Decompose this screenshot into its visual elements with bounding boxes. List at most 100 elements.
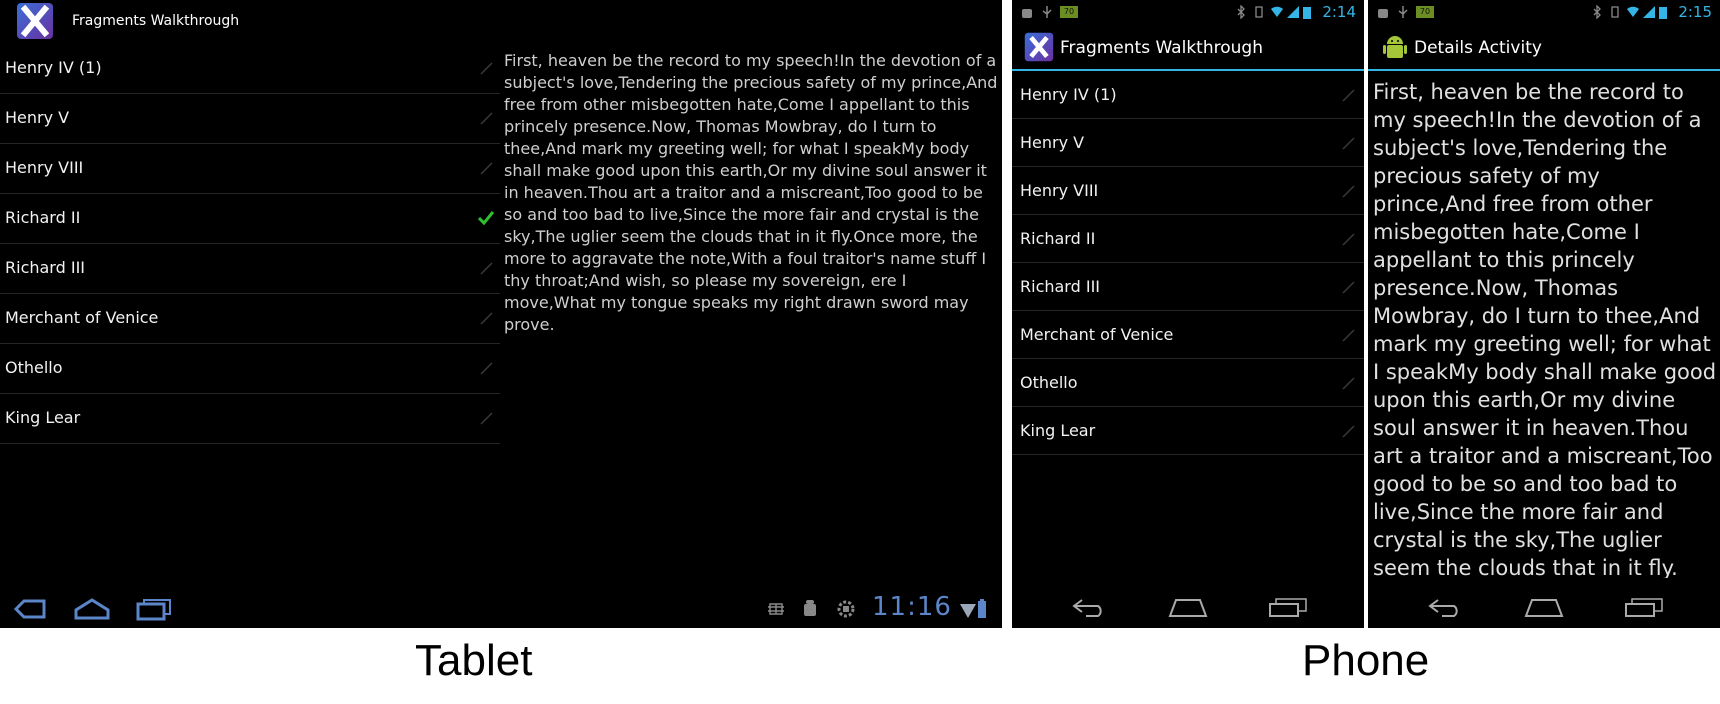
unchecked-mark-icon bbox=[480, 362, 493, 375]
list-item-label: Richard III bbox=[5, 258, 85, 277]
list-item[interactable]: Henry VIII bbox=[1012, 167, 1364, 215]
activity-title: Details Activity bbox=[1414, 38, 1542, 58]
android-icon bbox=[804, 600, 816, 616]
debug-icon bbox=[768, 603, 784, 615]
unchecked-mark-icon bbox=[1342, 281, 1355, 294]
phone-detail-screen: 70 2:15 Details Activity First, heaven b… bbox=[1368, 0, 1720, 628]
battery-icon bbox=[1659, 7, 1667, 19]
list-item[interactable]: King Lear bbox=[0, 394, 500, 444]
list-item[interactable]: Merchant of Venice bbox=[0, 294, 500, 344]
list-item[interactable]: Henry V bbox=[1012, 119, 1364, 167]
vibrate-icon bbox=[1611, 6, 1619, 18]
list-item-label: Henry V bbox=[1020, 133, 1085, 152]
status-bar: 70 2:14 bbox=[1012, 0, 1364, 25]
unchecked-mark-icon bbox=[480, 412, 493, 425]
tablet-title-list: Henry IV (1) Henry V Henry VIII Richard II R… bbox=[0, 44, 500, 444]
unchecked-mark-icon bbox=[1342, 89, 1355, 102]
list-item-label: Richard III bbox=[1020, 277, 1100, 296]
list-item-label: Henry IV (1) bbox=[1020, 85, 1117, 104]
list-item-label: Henry VIII bbox=[5, 158, 84, 177]
back-icon[interactable] bbox=[10, 596, 50, 622]
unchecked-mark-icon bbox=[1342, 137, 1355, 150]
list-item-label: Othello bbox=[1020, 373, 1078, 392]
bluetooth-icon bbox=[1237, 5, 1245, 19]
unchecked-mark-icon bbox=[480, 312, 493, 325]
back-icon[interactable] bbox=[1426, 596, 1466, 618]
android-robot-icon[interactable] bbox=[1380, 32, 1410, 62]
android-icon bbox=[1022, 9, 1032, 18]
list-item-label: Henry V bbox=[5, 108, 70, 127]
list-item-label: King Lear bbox=[5, 408, 81, 427]
list-item-label: Richard II bbox=[5, 208, 81, 227]
list-item-label: Henry IV (1) bbox=[5, 58, 102, 77]
status-clock: 2:15 bbox=[1678, 3, 1712, 21]
list-item[interactable]: Richard III bbox=[0, 244, 500, 294]
usb-icon bbox=[1042, 6, 1052, 18]
phone-action-bar: Fragments Walkthrough bbox=[1012, 25, 1364, 71]
list-item[interactable]: Richard II bbox=[0, 194, 500, 244]
wifi-icon bbox=[960, 604, 976, 618]
app-title: Fragments Walkthrough bbox=[1060, 38, 1263, 58]
unchecked-mark-icon bbox=[1342, 377, 1355, 390]
list-item[interactable]: Henry VIII bbox=[0, 144, 500, 194]
back-icon[interactable] bbox=[1070, 596, 1110, 618]
recent-apps-icon[interactable] bbox=[1624, 596, 1664, 618]
tablet-system-bar bbox=[0, 590, 1002, 628]
phone-list-screen: 70 2:14 Fragments Walkthrough Henry IV (… bbox=[1012, 0, 1364, 628]
list-item[interactable]: Henry IV (1) bbox=[0, 44, 500, 94]
unchecked-mark-icon bbox=[1342, 329, 1355, 342]
phone-detail-text: First, heaven be the record to my speech… bbox=[1373, 80, 1717, 578]
checkmark-icon bbox=[478, 211, 494, 226]
battery-icon bbox=[978, 599, 986, 618]
unchecked-mark-icon bbox=[480, 162, 493, 175]
list-item-label: Richard II bbox=[1020, 229, 1096, 248]
vibrate-icon bbox=[1255, 6, 1263, 18]
tablet-screen: Fragments Walkthrough Henry IV (1) Henry … bbox=[0, 0, 1002, 628]
phone-nav-bar bbox=[1368, 586, 1720, 628]
signal-icon bbox=[1643, 6, 1655, 18]
list-item-label: King Lear bbox=[1020, 421, 1096, 440]
tablet-clock: 11:16 bbox=[872, 592, 952, 622]
tablet-action-bar: Fragments Walkthrough bbox=[0, 0, 1002, 44]
list-item[interactable]: Henry V bbox=[0, 94, 500, 144]
unchecked-mark-icon bbox=[1342, 425, 1355, 438]
list-item[interactable]: Henry IV (1) bbox=[1012, 71, 1364, 119]
caption-phone: Phone bbox=[1302, 636, 1430, 685]
caption-tablet: Tablet bbox=[415, 636, 533, 685]
battery-icon bbox=[1303, 7, 1311, 19]
android-icon bbox=[1378, 9, 1388, 18]
home-icon[interactable] bbox=[1524, 596, 1564, 618]
list-item-label: Henry VIII bbox=[1020, 181, 1099, 200]
usb-icon bbox=[1398, 6, 1408, 18]
list-item[interactable]: Merchant of Venice bbox=[1012, 311, 1364, 359]
list-item-label: Othello bbox=[5, 358, 63, 377]
unchecked-mark-icon bbox=[480, 112, 493, 125]
signal-icon bbox=[1287, 6, 1299, 18]
bluetooth-icon bbox=[1593, 5, 1601, 19]
list-item[interactable]: King Lear bbox=[1012, 407, 1364, 455]
list-item[interactable]: Othello bbox=[0, 344, 500, 394]
unchecked-mark-icon bbox=[1342, 233, 1355, 246]
home-icon[interactable] bbox=[1168, 596, 1208, 618]
tablet-detail-text: First, heaven be the record to my speech… bbox=[504, 51, 998, 334]
home-icon[interactable] bbox=[72, 596, 112, 622]
phone-nav-bar bbox=[1012, 586, 1364, 628]
battery-badge: 70 bbox=[1416, 6, 1434, 18]
list-item-label: Merchant of Venice bbox=[1020, 325, 1174, 344]
app-title: Fragments Walkthrough bbox=[72, 13, 240, 29]
unchecked-mark-icon bbox=[480, 262, 493, 275]
list-item[interactable]: Richard II bbox=[1012, 215, 1364, 263]
app-logo-icon[interactable] bbox=[16, 2, 54, 40]
list-item[interactable]: Othello bbox=[1012, 359, 1364, 407]
battery-badge: 70 bbox=[1060, 6, 1078, 18]
status-bar: 70 2:15 bbox=[1368, 0, 1720, 25]
phone-action-bar: Details Activity bbox=[1368, 25, 1720, 71]
status-clock: 2:14 bbox=[1322, 3, 1356, 21]
unchecked-mark-icon bbox=[1342, 185, 1355, 198]
list-item-label: Merchant of Venice bbox=[5, 308, 159, 327]
recent-apps-icon[interactable] bbox=[134, 596, 174, 622]
app-logo-icon[interactable] bbox=[1024, 32, 1054, 62]
list-item[interactable]: Richard III bbox=[1012, 263, 1364, 311]
recent-apps-icon[interactable] bbox=[1268, 596, 1308, 618]
usb-icon bbox=[837, 600, 855, 618]
